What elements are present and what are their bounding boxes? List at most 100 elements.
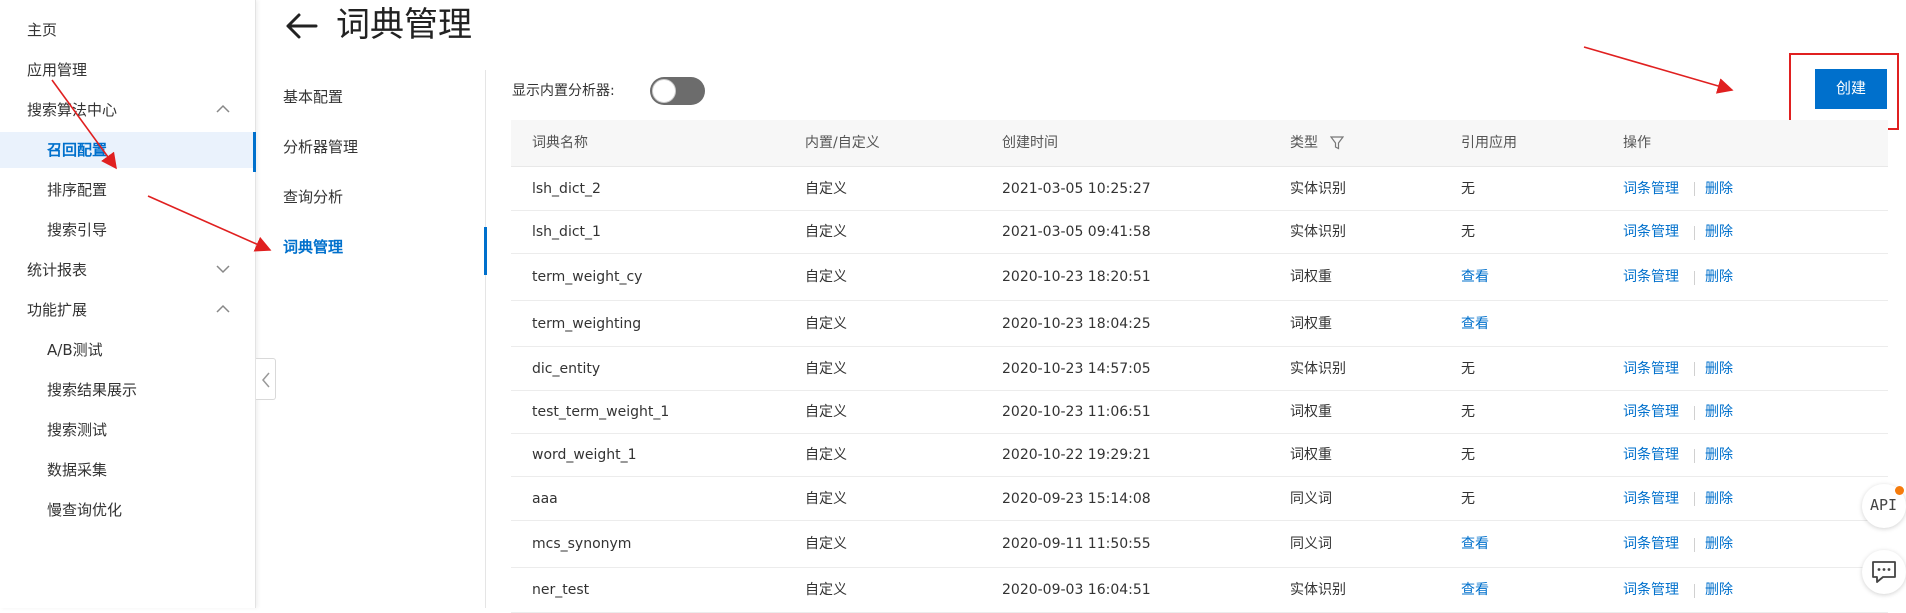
sidebar-item-ab-test[interactable]: A/B测试	[0, 332, 256, 368]
delete-link[interactable]: 删除	[1705, 521, 1733, 568]
submenu-item-label: 词典管理	[283, 238, 344, 256]
cell-type: 实体识别	[1290, 224, 1346, 240]
manage-terms-link[interactable]: 词条管理	[1623, 568, 1679, 613]
notification-dot	[1895, 486, 1904, 495]
api-label: API	[1870, 496, 1898, 514]
sidebar-item-label: 应用管理	[27, 61, 88, 79]
sidebar: 主页 应用管理 搜索算法中心 召回配置 排序配置 搜索引导 统计报表 功能扩展 …	[0, 0, 256, 608]
manage-terms-link[interactable]: 词条管理	[1623, 347, 1679, 391]
delete-link[interactable]: 删除	[1705, 254, 1733, 301]
sidebar-item-label: 搜索测试	[47, 421, 108, 439]
create-button[interactable]: 创建	[1815, 69, 1887, 109]
sidebar-item-recall-config[interactable]: 召回配置	[0, 132, 256, 172]
action-separator	[1694, 583, 1695, 598]
table-row: mcs_synonym 自定义 2020-09-11 11:50:55 同义词 查看 词条…	[511, 521, 1888, 568]
manage-terms-link[interactable]: 词条管理	[1623, 521, 1679, 568]
cell-created: 2020-10-23 18:20:51	[1002, 269, 1151, 285]
cell-name: test_term_weight_1	[532, 404, 670, 420]
chevron-up-icon	[216, 104, 230, 114]
cell-type: 词权重	[1290, 316, 1332, 332]
cell-created: 2020-10-22 19:29:21	[1002, 447, 1151, 463]
cell-type: 同义词	[1290, 491, 1332, 507]
view-apps-link[interactable]: 查看	[1461, 254, 1489, 301]
cell-ref: 无	[1461, 361, 1475, 377]
sidebar-item-label: 搜索引导	[47, 221, 108, 239]
cell-created: 2020-09-11 11:50:55	[1002, 536, 1151, 552]
submenu-item-dictionary[interactable]: 词典管理	[256, 227, 487, 275]
manage-terms-link[interactable]: 词条管理	[1623, 477, 1679, 521]
delete-link[interactable]: 删除	[1705, 568, 1733, 613]
table-row: aaa 自定义 2020-09-23 15:14:08 同义词 无 词条管理 删除	[511, 477, 1888, 521]
sidebar-item-statistics[interactable]: 统计报表	[0, 252, 256, 288]
cell-name: mcs_synonym	[532, 536, 632, 552]
cell-type: 实体识别	[1290, 582, 1346, 598]
cell-kind: 自定义	[805, 447, 847, 463]
cell-created: 2020-10-23 11:06:51	[1002, 404, 1151, 420]
submenu-item-label: 分析器管理	[283, 138, 359, 156]
sidebar-item-rank-config[interactable]: 排序配置	[0, 172, 256, 208]
cell-ref: 无	[1461, 447, 1475, 463]
sidebar-item-data-collection[interactable]: 数据采集	[0, 452, 256, 488]
cell-ref: 无	[1461, 224, 1475, 240]
column-header-name: 词典名称	[532, 135, 588, 151]
sidebar-item-app-management[interactable]: 应用管理	[0, 52, 256, 88]
sidebar-item-extensions[interactable]: 功能扩展	[0, 292, 256, 328]
back-button[interactable]	[284, 8, 320, 44]
manage-terms-link[interactable]: 词条管理	[1623, 167, 1679, 211]
cell-kind: 自定义	[805, 582, 847, 598]
delete-link[interactable]: 删除	[1705, 434, 1733, 477]
sidebar-item-result-display[interactable]: 搜索结果展示	[0, 372, 256, 408]
sidebar-item-label: 数据采集	[47, 461, 108, 479]
sidebar-item-home[interactable]: 主页	[0, 12, 256, 48]
builtin-analyzer-label: 显示内置分析器:	[512, 83, 615, 99]
filter-icon[interactable]	[1329, 136, 1345, 150]
cell-created: 2020-09-03 16:04:51	[1002, 582, 1151, 598]
api-button[interactable]: API	[1862, 484, 1906, 528]
submenu-item-query-analysis[interactable]: 查询分析	[256, 177, 486, 217]
chevron-up-icon	[216, 304, 230, 314]
action-separator	[1694, 537, 1695, 552]
view-apps-link[interactable]: 查看	[1461, 568, 1489, 613]
delete-link[interactable]: 删除	[1705, 347, 1733, 391]
column-header-type: 类型	[1290, 135, 1318, 151]
table-row: dic_entity 自定义 2020-10-23 14:57:05 实体识别 无 词条管…	[511, 347, 1888, 391]
delete-link[interactable]: 删除	[1705, 391, 1733, 434]
delete-link[interactable]: 删除	[1705, 167, 1733, 211]
cell-kind: 自定义	[805, 491, 847, 507]
cell-type: 实体识别	[1290, 181, 1346, 197]
column-header-referenced-apps: 引用应用	[1461, 135, 1517, 151]
delete-link[interactable]: 删除	[1705, 477, 1733, 521]
manage-terms-link[interactable]: 词条管理	[1623, 254, 1679, 301]
manage-terms-link[interactable]: 词条管理	[1623, 391, 1679, 434]
action-separator	[1694, 270, 1695, 285]
cell-type: 词权重	[1290, 269, 1332, 285]
view-apps-link[interactable]: 查看	[1461, 301, 1489, 347]
builtin-analyzer-toggle[interactable]	[650, 77, 705, 105]
delete-link[interactable]: 删除	[1705, 211, 1733, 254]
cell-kind: 自定义	[805, 269, 847, 285]
chevron-down-icon	[216, 264, 230, 274]
manage-terms-link[interactable]: 词条管理	[1623, 434, 1679, 477]
table-row: lsh_dict_1 自定义 2021-03-05 09:41:58 实体识别 无 词条管…	[511, 211, 1888, 254]
chat-button[interactable]	[1862, 550, 1906, 594]
cell-kind: 自定义	[805, 404, 847, 420]
cell-name: aaa	[532, 491, 558, 507]
submenu-item-basic-config[interactable]: 基本配置	[256, 77, 486, 117]
manage-terms-link[interactable]: 词条管理	[1623, 211, 1679, 254]
sidebar-item-search-guide[interactable]: 搜索引导	[0, 212, 256, 248]
toggle-knob	[652, 79, 676, 103]
column-header-actions: 操作	[1623, 135, 1651, 151]
cell-name: term_weighting	[532, 316, 642, 332]
submenu-item-analyzer[interactable]: 分析器管理	[256, 127, 486, 167]
table-row: term_weight_cy 自定义 2020-10-23 18:20:51 词权重 查…	[511, 254, 1888, 301]
action-separator	[1694, 225, 1695, 240]
sidebar-item-label: 功能扩展	[27, 301, 88, 319]
sidebar-item-slow-query[interactable]: 慢查询优化	[0, 492, 256, 528]
submenu: 基本配置 分析器管理 查询分析 词典管理	[256, 70, 487, 608]
arrow-left-icon	[286, 13, 318, 39]
cell-name: word_weight_1	[532, 447, 637, 463]
cell-type: 词权重	[1290, 404, 1332, 420]
sidebar-item-search-test[interactable]: 搜索测试	[0, 412, 256, 448]
sidebar-item-search-algorithm-center[interactable]: 搜索算法中心	[0, 92, 256, 128]
view-apps-link[interactable]: 查看	[1461, 521, 1489, 568]
